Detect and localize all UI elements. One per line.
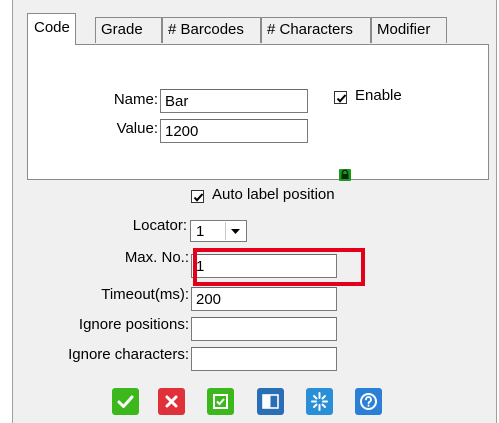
panel-icon (262, 394, 279, 409)
auto-button[interactable] (306, 388, 333, 415)
enable-label: Enable (355, 87, 402, 104)
lock-icon (339, 169, 351, 181)
check-icon (117, 395, 134, 408)
barcode-settings-dialog: Code Grade # Barcodes # Characters Modif… (12, 0, 497, 423)
value-field[interactable] (160, 119, 308, 143)
tab-modifier[interactable]: Modifier (371, 17, 447, 43)
checkmark-icon (336, 94, 347, 103)
timeout-label: Timeout(ms): (101, 286, 189, 303)
code-tab-panel: Name: Value: Enable (27, 44, 489, 181)
sparkle-icon (311, 392, 328, 411)
auto-label-position-label: Auto label position (212, 186, 335, 203)
checkbox-icon (213, 394, 228, 409)
apply-button[interactable] (207, 388, 234, 415)
name-label: Name: (113, 91, 158, 108)
close-icon (165, 395, 178, 408)
timeout-field[interactable] (191, 287, 337, 311)
cancel-button[interactable] (158, 388, 185, 415)
chevron-down-icon[interactable] (225, 222, 245, 240)
tab-grade[interactable]: Grade (95, 17, 162, 43)
tab-grade-label: Grade (101, 21, 143, 38)
ignore-positions-label: Ignore positions: (78, 316, 189, 333)
ignore-characters-label: Ignore characters: (68, 346, 189, 363)
ok-button[interactable] (112, 388, 139, 415)
tab-barcodes[interactable]: # Barcodes (162, 17, 261, 43)
max-no-label: Max. No.: (124, 249, 189, 266)
help-button[interactable] (355, 388, 382, 415)
ignore-characters-field[interactable] (191, 347, 337, 371)
tab-code[interactable]: Code (27, 13, 76, 45)
view-button[interactable] (257, 388, 284, 415)
ignore-positions-field[interactable] (191, 317, 337, 341)
tab-barcodes-label: # Barcodes (168, 21, 244, 38)
locator-label: Locator: (132, 217, 187, 234)
auto-label-checkbox[interactable] (191, 190, 204, 203)
value-label: Value: (116, 120, 158, 137)
checkmark-icon (193, 193, 204, 202)
tab-characters-label: # Characters (267, 21, 353, 38)
tab-code-label: Code (34, 19, 70, 36)
locator-value: 1 (196, 223, 205, 240)
tab-characters[interactable]: # Characters (261, 17, 371, 43)
max-no-highlight (193, 248, 365, 286)
help-icon (360, 393, 377, 410)
enable-checkbox[interactable] (334, 91, 347, 104)
locator-select[interactable]: 1 (190, 220, 247, 242)
name-field[interactable] (160, 89, 308, 113)
tab-modifier-label: Modifier (377, 21, 431, 38)
